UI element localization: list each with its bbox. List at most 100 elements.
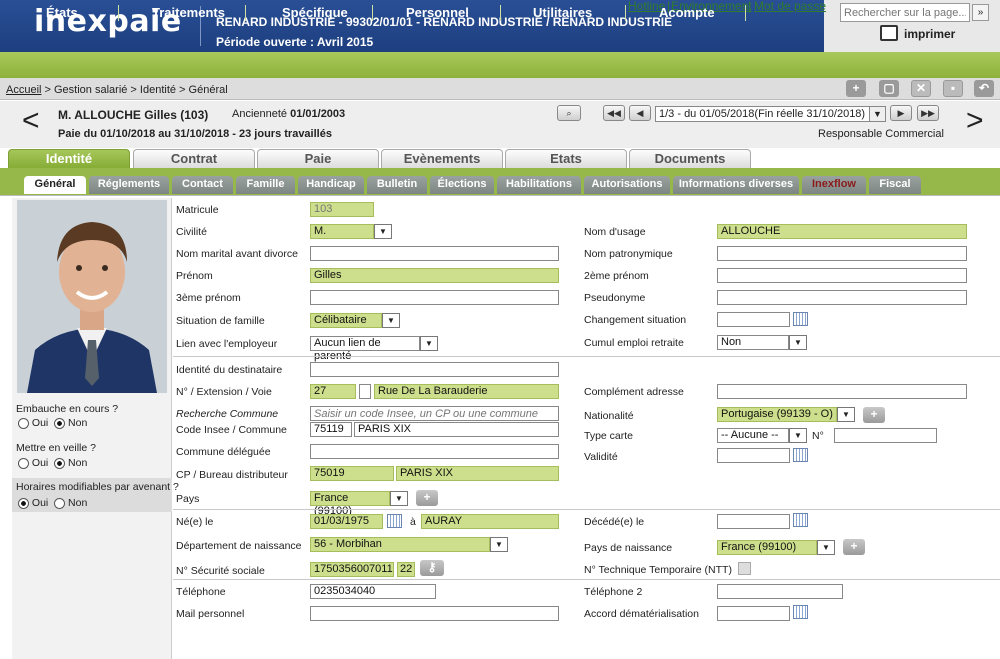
tab-contrat[interactable]: Contrat [133, 149, 255, 168]
destinataire-field[interactable] [310, 362, 559, 377]
document-icon[interactable]: ▢ [879, 80, 899, 97]
prev-period-icon[interactable]: ◀ [629, 105, 651, 121]
subtab-contact[interactable]: Contact [172, 176, 233, 194]
chevron-down-icon[interactable]: ▼ [837, 407, 855, 422]
chevron-down-icon[interactable]: ▼ [374, 224, 392, 239]
commune-deleguee-field[interactable] [310, 444, 559, 459]
horaires-radio[interactable]: Oui Non [18, 497, 87, 509]
lieu-naissance-field[interactable]: AURAY [421, 514, 559, 529]
previous-employee-icon[interactable]: < [22, 104, 40, 138]
subtab-fiscal[interactable]: Fiscal [869, 176, 921, 194]
veille-radio[interactable]: Oui Non [18, 457, 87, 469]
calendar-icon[interactable] [793, 448, 808, 462]
extension-field[interactable] [359, 384, 371, 399]
add-icon[interactable]: + [846, 80, 866, 97]
subtab-autorisations[interactable]: Autorisations [584, 176, 670, 194]
nav-traitements[interactable]: Traitements [152, 5, 225, 20]
nom-marital-field[interactable] [310, 246, 559, 261]
breadcrumb-home[interactable]: Accueil [6, 84, 41, 96]
subtab-habilitations[interactable]: Habilitations [497, 176, 581, 194]
add-country-icon[interactable]: + [416, 490, 438, 506]
cumul-select[interactable]: Non [717, 335, 789, 350]
printer-icon[interactable] [880, 25, 898, 41]
prenom3-field[interactable] [310, 290, 559, 305]
period-select[interactable]: 1/3 - du 01/05/2018(Fin réelle 31/10/201… [655, 106, 870, 122]
tab-documents[interactable]: Documents [629, 149, 751, 168]
civilite-select[interactable]: M. [310, 224, 374, 239]
embauche-radio[interactable]: Oui Non [18, 417, 87, 429]
search-input[interactable] [840, 3, 970, 22]
key-icon[interactable]: ⚷ [420, 560, 444, 576]
accord-field[interactable] [717, 606, 790, 621]
deces-field[interactable] [717, 514, 790, 529]
nav-utilitaires[interactable]: Utilitaires [533, 5, 592, 20]
nav-personnel[interactable]: Personnel [406, 5, 469, 20]
back-icon[interactable]: ↶ [974, 80, 994, 97]
nav-acompte[interactable]: Acompte [659, 5, 715, 20]
search-go-icon[interactable]: » [972, 4, 989, 21]
chevron-down-icon[interactable]: ▼ [390, 491, 408, 506]
chevron-down-icon[interactable]: ▼ [817, 540, 835, 555]
radio-oui[interactable] [18, 417, 29, 429]
subtab-elections[interactable]: Élections [430, 176, 494, 194]
print-button[interactable]: imprimer [904, 27, 955, 41]
next-employee-icon[interactable]: > [966, 104, 984, 138]
nationalite-select[interactable]: Portugaise (99139 - O) [717, 407, 837, 422]
calendar-icon[interactable] [793, 513, 808, 527]
complement-field[interactable] [717, 384, 967, 399]
calendar-icon[interactable] [387, 514, 402, 528]
chevron-down-icon[interactable]: ▼ [789, 335, 807, 350]
departement-select[interactable]: 56 - Morbihan [310, 537, 490, 552]
naissance-date-field[interactable]: 01/03/1975 [310, 514, 383, 529]
tab-paie[interactable]: Paie [257, 149, 379, 168]
subtab-famille[interactable]: Famille [236, 176, 295, 194]
validite-field[interactable] [717, 448, 790, 463]
changement-field[interactable] [717, 312, 790, 327]
telephone-field[interactable]: 0235034040 [310, 584, 436, 599]
commune-field[interactable]: PARIS XIX [354, 422, 559, 437]
lien-select[interactable]: Aucun lien de parenté [310, 336, 420, 362]
type-carte-select[interactable]: -- Aucune -- [717, 428, 789, 443]
delete-icon[interactable]: ✕ [911, 80, 931, 97]
nav-specifique[interactable]: Spécifique [282, 5, 348, 20]
subtab-reglements[interactable]: Réglements [89, 176, 169, 194]
pays-select[interactable]: France (99100) [310, 491, 390, 517]
chevron-down-icon[interactable]: ▼ [490, 537, 508, 552]
insee-field[interactable]: 75119 [310, 422, 352, 437]
pseudonyme-field[interactable] [717, 290, 967, 305]
pays-naissance-select[interactable]: France (99100) [717, 540, 817, 555]
password-link[interactable]: Mot de passe [754, 0, 826, 13]
bureau-field[interactable]: PARIS XIX [396, 466, 559, 481]
chevron-down-icon[interactable]: ▼ [420, 336, 438, 351]
telephone2-field[interactable] [717, 584, 843, 599]
radio-non[interactable] [54, 417, 66, 429]
tab-etats[interactable]: Etats [505, 149, 627, 168]
save-icon[interactable]: ▪ [943, 80, 963, 97]
add-birth-country-icon[interactable]: + [843, 539, 865, 555]
tab-identite[interactable]: Identité [8, 149, 130, 168]
cp-field[interactable]: 75019 [310, 466, 394, 481]
calendar-icon[interactable] [793, 312, 808, 326]
chevron-down-icon[interactable]: ▼ [382, 313, 400, 328]
radio-non[interactable] [54, 497, 66, 509]
recherche-commune-input[interactable] [310, 406, 559, 421]
calendar-icon[interactable] [793, 605, 808, 619]
chevron-down-icon[interactable]: ▼ [869, 106, 886, 122]
numero-carte-field[interactable] [834, 428, 937, 443]
chevron-down-icon[interactable]: ▼ [789, 428, 807, 443]
radio-oui[interactable] [18, 497, 29, 509]
subtab-bulletin[interactable]: Bulletin [367, 176, 427, 194]
mail-field[interactable] [310, 606, 559, 621]
voie-field[interactable]: Rue De La Barauderie [374, 384, 559, 399]
nom-usage-field[interactable]: ALLOUCHE [717, 224, 967, 239]
secu-field[interactable]: 1750356007011 [310, 562, 394, 577]
situation-select[interactable]: Célibataire [310, 313, 382, 328]
subtab-handicap[interactable]: Handicap [298, 176, 364, 194]
first-period-icon[interactable]: ◀◀ [603, 105, 625, 121]
voie-num-field[interactable]: 27 [310, 384, 356, 399]
subtab-general[interactable]: Général [24, 176, 86, 194]
nom-patronymique-field[interactable] [717, 246, 967, 261]
secu-cle-field[interactable]: 22 [397, 562, 415, 577]
tab-evenements[interactable]: Evènements [381, 149, 503, 168]
last-period-icon[interactable]: ▶▶ [917, 105, 939, 121]
